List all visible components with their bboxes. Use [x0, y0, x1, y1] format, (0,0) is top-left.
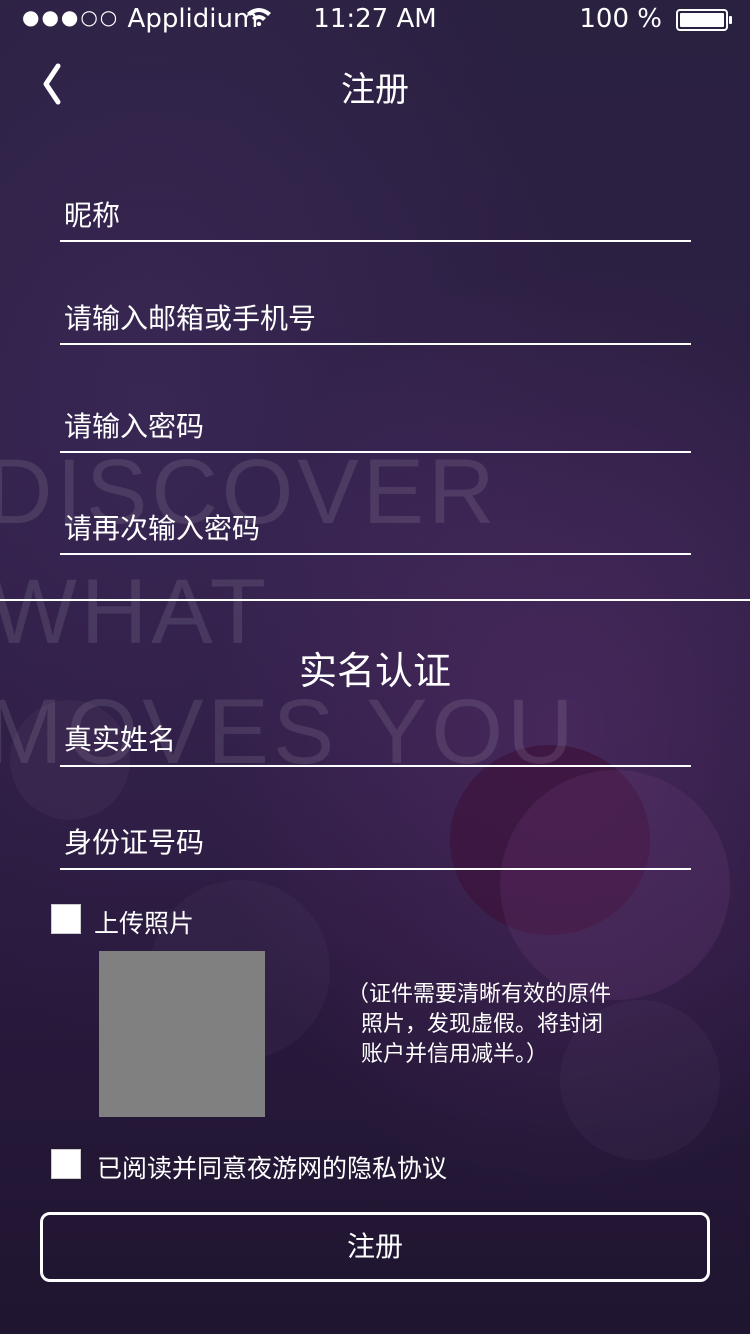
register-button[interactable]: 注册: [40, 1212, 710, 1282]
real-name-underline: [60, 765, 691, 767]
background-blob: [500, 770, 730, 1000]
confirm-password-underline: [60, 553, 691, 555]
nickname-underline: [60, 240, 691, 242]
upload-photo-checkbox[interactable]: [51, 904, 81, 934]
section-divider: [0, 599, 750, 601]
real-name-placeholder[interactable]: 真实姓名: [64, 718, 176, 758]
battery-icon: [676, 9, 732, 31]
agreement-checkbox[interactable]: [51, 1149, 81, 1179]
verification-title: 实名认证: [298, 649, 451, 693]
account-placeholder[interactable]: 请输入邮箱或手机号: [64, 297, 316, 337]
battery-fill: [680, 13, 724, 27]
agreement-label[interactable]: 已阅读并同意夜游网的隐私协议: [97, 1149, 447, 1185]
id-photo-note: （证件需要清晰有效的原件 照片，发现虚假。将封闭 账户并信用减半。）: [347, 982, 612, 1067]
status-bar: ●●●○○ Applidium 11:27 AM 100 %: [0, 0, 750, 40]
upload-photo-label: 上传照片: [94, 909, 195, 938]
account-underline: [60, 343, 691, 345]
background-blob: [450, 745, 650, 935]
password-placeholder[interactable]: 请输入密码: [64, 405, 204, 445]
id-number-placeholder[interactable]: 身份证号码: [64, 821, 204, 861]
nickname-placeholder[interactable]: 昵称: [64, 194, 120, 234]
battery-percentage: 100 %: [579, 4, 662, 34]
id-number-underline: [60, 868, 691, 870]
page-title: 注册: [341, 70, 409, 110]
password-underline: [60, 451, 691, 453]
confirm-password-placeholder[interactable]: 请再次输入密码: [64, 507, 260, 547]
photo-upload-placeholder[interactable]: [99, 951, 265, 1117]
